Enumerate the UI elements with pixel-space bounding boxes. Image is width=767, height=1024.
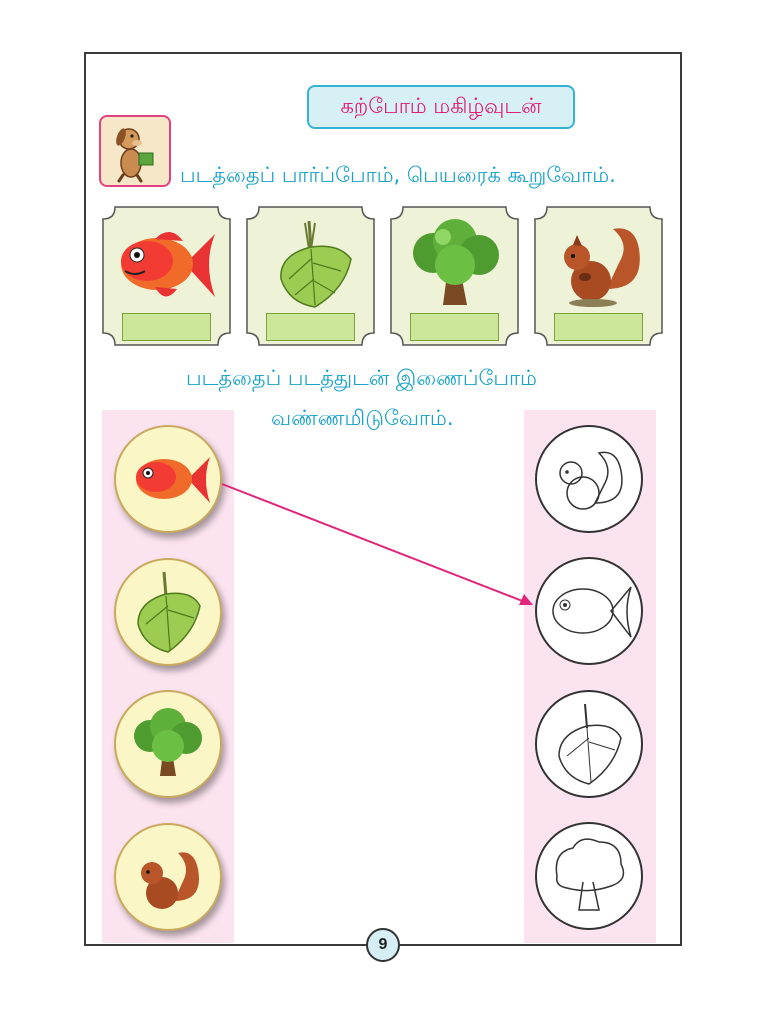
- dog-reading-icon: [99, 115, 171, 187]
- picture-card-squirrel: [533, 205, 664, 347]
- picture-card-fish: [101, 205, 232, 347]
- instruction-look-and-say: படத்தைப் பார்ப்போம், பெயரைக் கூறுவோம்.: [180, 163, 616, 187]
- leaves-icon: [137, 571, 201, 653]
- left-circle-squirrel[interactable]: [114, 823, 222, 931]
- leaves-outline-icon: [558, 703, 622, 785]
- squirrel-outline-icon: [559, 451, 623, 510]
- left-circle-leaves[interactable]: [114, 558, 222, 666]
- tree-icon: [134, 708, 202, 776]
- right-circle-leaves[interactable]: [535, 690, 643, 798]
- leaves-icon: [280, 220, 352, 308]
- squirrel-icon: [564, 228, 640, 307]
- right-circle-tree[interactable]: [535, 822, 643, 930]
- picture-card-leaves: [245, 205, 376, 347]
- page-number: 9: [366, 928, 400, 962]
- page-title: கற்போம் மகிழ்வுடன்: [307, 85, 575, 129]
- fish-icon: [136, 457, 210, 503]
- tree-outline-icon: [555, 838, 625, 911]
- name-box[interactable]: [122, 313, 211, 341]
- name-box[interactable]: [554, 313, 643, 341]
- instruction-match: படத்தைப் படத்துடன் இணைப்போம்: [186, 366, 537, 390]
- picture-card-tree: [389, 205, 520, 347]
- fish-icon: [121, 231, 215, 297]
- left-circle-tree[interactable]: [114, 690, 222, 798]
- tree-icon: [413, 219, 499, 305]
- left-circle-fish[interactable]: [114, 425, 222, 533]
- squirrel-icon: [141, 852, 199, 909]
- fish-outline-icon: [552, 586, 632, 638]
- instruction-colour: வண்ணமிடுவோம்.: [271, 406, 454, 430]
- right-circle-fish[interactable]: [535, 557, 643, 665]
- right-circle-squirrel[interactable]: [535, 425, 643, 533]
- name-box[interactable]: [410, 313, 499, 341]
- name-box[interactable]: [266, 313, 355, 341]
